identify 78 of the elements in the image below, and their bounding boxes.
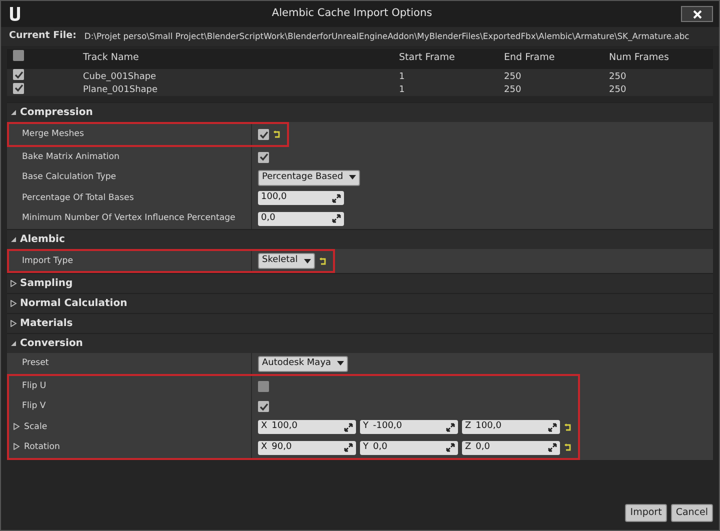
close-button[interactable] — [681, 6, 713, 22]
property-label: Flip U — [22, 380, 46, 391]
property-label: Bake Matrix Animation — [22, 152, 120, 162]
section-title[interactable]: Conversion — [20, 336, 83, 352]
section-title[interactable]: Normal Calculation — [20, 296, 128, 312]
dialog-button[interactable]: Import — [625, 504, 667, 522]
drag-icon — [446, 422, 455, 432]
reset-icon[interactable] — [564, 422, 572, 432]
number-field[interactable]: 100,0 — [258, 191, 344, 205]
property-label: Import Type — [22, 256, 73, 266]
property-label: Flip V — [22, 401, 46, 412]
window-title: Alembic Cache Import Options — [270, 6, 434, 22]
close-icon — [692, 10, 702, 18]
checkbox[interactable] — [258, 401, 269, 412]
column-header: Track Name — [83, 51, 140, 66]
dropdown[interactable]: Percentage Based — [258, 170, 360, 186]
number-field[interactable]: X 90,0 — [258, 440, 356, 454]
table-cell-text: 250 — [609, 70, 628, 84]
section-title[interactable]: Alembic — [20, 232, 65, 247]
drag-icon — [344, 443, 353, 452]
column-header: End Frame — [504, 51, 556, 66]
property-label: Percentage Of Total Bases — [22, 192, 134, 203]
expand-arrow-icon[interactable] — [10, 300, 17, 308]
table-cell-text: Plane_001Shape — [83, 84, 159, 97]
property-label: Scale — [24, 422, 48, 432]
dialog-button[interactable]: Cancel — [670, 504, 713, 522]
table-cell-text: 250 — [504, 70, 522, 84]
number-field[interactable]: Y 0,0 — [360, 440, 458, 454]
section-title[interactable]: Compression — [20, 105, 93, 120]
expand-arrow-icon[interactable] — [13, 422, 20, 430]
checkbox[interactable] — [258, 152, 269, 162]
collapse-arrow-icon[interactable] — [10, 236, 17, 243]
checkbox[interactable] — [13, 50, 24, 62]
logo-icon — [7, 5, 23, 23]
table-cell-text: 1 — [399, 70, 406, 84]
checkbox[interactable] — [258, 129, 269, 140]
collapse-arrow-icon[interactable] — [10, 109, 17, 116]
section-title[interactable]: Sampling — [20, 276, 73, 292]
column-header: Num Frames — [609, 51, 670, 66]
checkbox[interactable] — [13, 69, 24, 80]
table-cell-text: 250 — [609, 84, 628, 97]
drag-icon — [548, 422, 557, 432]
column-header: Start Frame — [399, 51, 456, 66]
checkbox[interactable] — [13, 82, 24, 94]
number-field[interactable]: 0,0 — [258, 212, 344, 226]
number-field[interactable]: Z 100,0 — [462, 420, 560, 434]
file-label: Current File: — [9, 29, 76, 43]
number-field[interactable]: Y -100,0 — [360, 420, 458, 434]
reset-icon[interactable] — [318, 256, 327, 266]
expand-arrow-icon[interactable] — [10, 280, 17, 288]
dropdown[interactable]: Skeletal — [258, 253, 315, 269]
property-label: Minimum Number Of Vertex Influence Percentage — [22, 213, 236, 224]
reset-icon[interactable] — [564, 443, 572, 452]
table-cell-text: 250 — [504, 84, 522, 97]
property-label: Merge Meshes — [22, 129, 84, 140]
number-field[interactable]: Z 0,0 — [462, 440, 560, 454]
collapse-arrow-icon[interactable] — [10, 340, 17, 348]
checkbox[interactable] — [258, 380, 269, 392]
expand-arrow-icon[interactable] — [13, 443, 20, 450]
caret-icon — [349, 175, 356, 180]
dropdown[interactable]: Autodesk Maya — [258, 356, 348, 372]
property-label: Preset — [22, 358, 49, 368]
file-path: D:\Projet perso\Small Project\BlenderScriptWork\BlenderforUnrealEngineAddon\MyBlenderFiles\ExportedFbx\Alembic\Armature\SK_Armature.abc — [84, 30, 690, 42]
drag-icon — [446, 443, 455, 452]
table-cell-text: 1 — [399, 84, 406, 97]
expand-arrow-icon[interactable] — [10, 320, 17, 328]
drag-icon — [332, 194, 341, 202]
drag-icon — [344, 422, 353, 432]
reset-icon[interactable] — [273, 130, 281, 139]
section-title[interactable]: Materials — [20, 316, 73, 332]
caret-icon — [337, 361, 344, 366]
drag-icon — [548, 443, 557, 452]
table-cell-text: Cube_001Shape — [83, 70, 158, 84]
drag-icon — [332, 214, 341, 223]
property-label: Rotation — [24, 442, 60, 452]
number-field[interactable]: X 100,0 — [258, 420, 356, 434]
property-label: Base Calculation Type — [22, 172, 116, 182]
caret-icon — [304, 258, 311, 264]
